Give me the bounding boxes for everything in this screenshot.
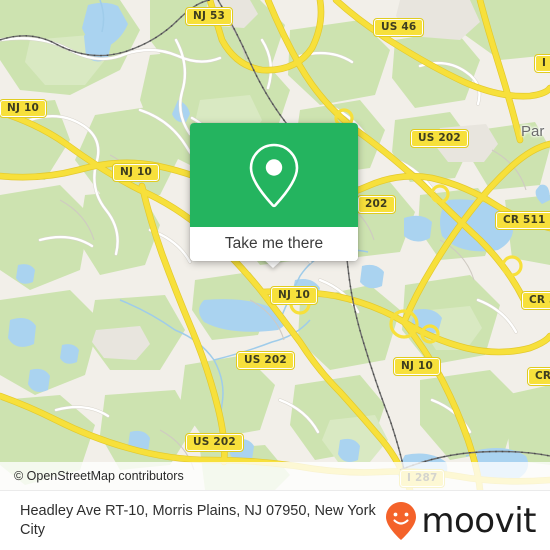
road-shield: I 2: [533, 54, 550, 73]
take-me-there-label: Take me there: [224, 235, 324, 252]
road-shield: US 202: [410, 129, 469, 148]
road-shield: 202: [357, 195, 396, 214]
moovit-logo: moovit: [385, 501, 536, 541]
moovit-wordmark: moovit: [421, 500, 536, 541]
road-shield: US 202: [185, 433, 244, 452]
road-shield: NJ 10: [0, 99, 47, 118]
road-shield: NJ 10: [270, 286, 318, 305]
location-callout-card[interactable]: Take me there: [190, 123, 358, 261]
footer-bar: Headley Ave RT-10, Morris Plains, NJ 079…: [0, 490, 550, 550]
map-pin-icon: [249, 143, 299, 208]
road-shield: CR 511: [495, 211, 550, 230]
callout-image-area: [190, 123, 358, 227]
road-shield: CR: [526, 367, 550, 386]
moovit-map-screen: .grn { fill:#cde3b0; } .grn2 { fill:#d9e…: [0, 0, 550, 550]
road-shield: US 202: [236, 351, 295, 370]
road-shield: NJ 10: [393, 357, 441, 376]
road-shield: NJ 10: [112, 163, 160, 182]
location-title: Headley Ave RT-10, Morris Plains, NJ 079…: [20, 502, 376, 538]
take-me-there-button[interactable]: Take me there: [190, 227, 358, 261]
road-shield: I 287: [398, 469, 446, 488]
city-label: Par: [521, 123, 545, 140]
road-shield: US 46: [372, 18, 425, 37]
road-shield: CR 5: [521, 291, 550, 310]
road-shield: NJ 53: [185, 7, 233, 26]
moovit-pin-icon: [386, 501, 417, 540]
